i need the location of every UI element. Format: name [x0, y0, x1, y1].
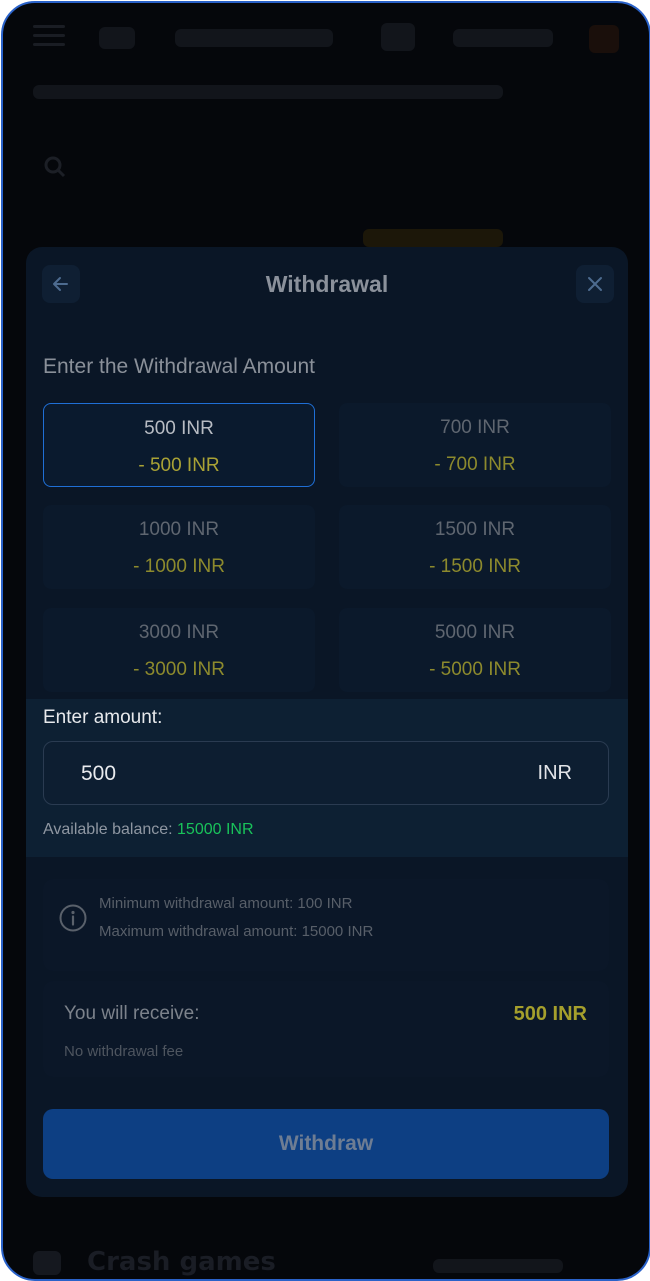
info-icon [59, 904, 87, 932]
option-amount: 5000 INR [434, 622, 516, 643]
option-deduction: - 1000 INR [133, 556, 225, 577]
option-amount: 500 INR [144, 418, 214, 439]
available-balance: Available balance: 15000 INR [43, 821, 254, 839]
amount-option-1000[interactable]: 1000 INR - 1000 INR [43, 505, 315, 589]
background-balance [453, 29, 553, 47]
balance-value: 15000 INR [177, 821, 254, 838]
crash-games-heading: Crash games [87, 1247, 276, 1277]
amount-input[interactable]: 500 INR [43, 741, 609, 805]
background-banner-text [33, 85, 503, 99]
amount-option-500[interactable]: 500 INR - 500 INR [43, 403, 315, 487]
close-button[interactable] [576, 265, 614, 303]
section-title: Enter the Withdrawal Amount [43, 355, 315, 378]
option-deduction: - 5000 INR [429, 659, 521, 680]
option-amount: 1500 INR [434, 519, 516, 540]
background-see-all [433, 1259, 563, 1273]
background-top-bar [3, 3, 649, 73]
option-amount: 1000 INR [138, 519, 220, 540]
modal-title: Withdrawal [265, 271, 389, 297]
option-amount: 3000 INR [138, 622, 220, 643]
background-logo [175, 29, 333, 47]
balance-label: Available balance: [43, 821, 173, 838]
background-badge [363, 229, 503, 247]
menu-icon [33, 25, 65, 47]
background-icon [99, 27, 135, 49]
receive-summary: You will receive: 500 INR No withdrawal … [43, 981, 609, 1077]
withdrawal-modal: Withdrawal Enter the Withdrawal Amount 5… [26, 247, 628, 1197]
option-deduction: - 1500 INR [429, 556, 521, 577]
search-icon [43, 155, 67, 179]
amount-input-value: 500 [81, 762, 117, 785]
option-amount: 700 INR [440, 417, 510, 438]
amount-option-700[interactable]: 700 INR - 700 INR [339, 403, 611, 487]
close-icon [588, 277, 602, 291]
currency-label: INR [537, 762, 572, 784]
withdraw-button[interactable]: Withdraw [43, 1109, 609, 1179]
amount-entry-panel: Enter amount: 500 INR Available balance:… [26, 699, 628, 857]
background-avatar [589, 25, 619, 53]
limits-info-box: Minimum withdrawal amount: 100 INR Maxim… [43, 879, 609, 971]
amount-label: Enter amount: [43, 707, 163, 728]
min-withdrawal-text: Minimum withdrawal amount: 100 INR [99, 895, 353, 912]
option-deduction: - 500 INR [138, 455, 220, 476]
amount-option-3000[interactable]: 3000 INR - 3000 INR [43, 608, 315, 692]
receive-label: You will receive: [64, 1003, 200, 1024]
fee-note: No withdrawal fee [64, 1043, 184, 1060]
option-deduction: - 3000 INR [133, 659, 225, 680]
phone-frame: Crash games Withdrawal Enter the Withdra… [1, 1, 650, 1281]
option-deduction: - 700 INR [434, 454, 516, 475]
max-withdrawal-text: Maximum withdrawal amount: 15000 INR [99, 923, 374, 940]
amount-option-1500[interactable]: 1500 INR - 1500 INR [339, 505, 611, 589]
receive-value: 500 INR [513, 1003, 587, 1025]
rocket-icon [33, 1251, 61, 1275]
background-icon [381, 23, 415, 51]
amount-option-5000[interactable]: 5000 INR - 5000 INR [339, 608, 611, 692]
